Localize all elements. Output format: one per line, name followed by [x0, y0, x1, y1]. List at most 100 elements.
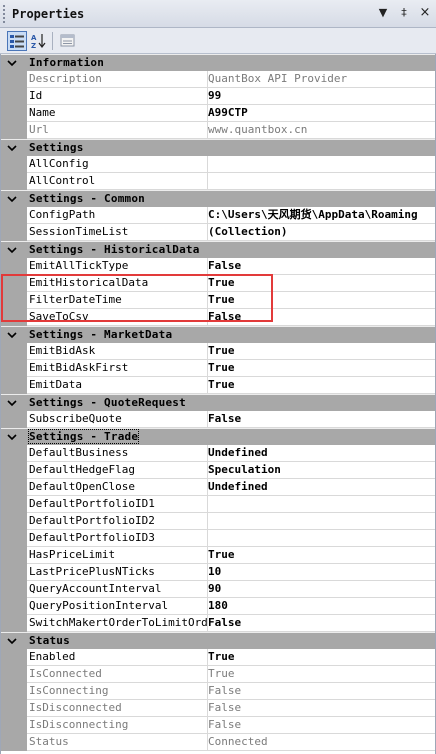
property-name[interactable]: HasPriceLimit: [27, 547, 208, 564]
property-value[interactable]: (Collection): [206, 224, 435, 241]
property-grid[interactable]: Information Description QuantBox API Provi…: [0, 54, 436, 754]
category-header[interactable]: Status: [1, 632, 435, 649]
property-pages-button[interactable]: [58, 31, 78, 51]
property-name[interactable]: IsConnected: [27, 666, 208, 683]
property-name[interactable]: QueryPositionInterval: [27, 598, 208, 615]
property-name[interactable]: AllControl: [27, 173, 208, 190]
property-value[interactable]: 10: [206, 564, 435, 581]
property-name[interactable]: DefaultOpenClose: [27, 479, 208, 496]
collapse-chevron-icon[interactable]: [6, 193, 18, 205]
property-row[interactable]: IsConnecting False: [1, 683, 435, 700]
property-name[interactable]: Status: [27, 734, 208, 751]
property-value[interactable]: True: [206, 547, 435, 564]
property-row[interactable]: DefaultPortfolioID3: [1, 530, 435, 547]
pin-icon[interactable]: ‡: [397, 6, 411, 20]
category-header[interactable]: Settings - Trade: [1, 428, 435, 445]
collapse-chevron-icon[interactable]: [6, 431, 18, 443]
property-row[interactable]: Url www.quantbox.cn: [1, 122, 435, 139]
property-row[interactable]: EmitBidAsk True: [1, 343, 435, 360]
property-name[interactable]: EmitBidAskFirst: [27, 360, 208, 377]
property-value[interactable]: Undefined: [206, 445, 435, 462]
close-icon[interactable]: ×: [418, 6, 432, 20]
category-header[interactable]: Settings - QuoteRequest: [1, 394, 435, 411]
property-row[interactable]: ConfigPath C:\Users\天风期货\AppData\Roaming: [1, 207, 435, 224]
category-header[interactable]: Settings: [1, 139, 435, 156]
collapse-chevron-icon[interactable]: [6, 57, 18, 69]
property-name[interactable]: DefaultPortfolioID2: [27, 513, 208, 530]
property-name[interactable]: EmitHistoricalData: [27, 275, 208, 292]
property-name[interactable]: SwitchMakertOrderToLimitOrder: [27, 615, 208, 632]
property-row[interactable]: Id 99: [1, 88, 435, 105]
property-row[interactable]: Status Connected: [1, 734, 435, 751]
property-row[interactable]: QueryAccountInterval 90: [1, 581, 435, 598]
property-value[interactable]: False: [206, 258, 435, 275]
property-name[interactable]: Description: [27, 71, 208, 88]
property-value[interactable]: [206, 496, 435, 513]
property-row[interactable]: SubscribeQuote False: [1, 411, 435, 428]
property-row[interactable]: EmitHistoricalData True: [1, 275, 435, 292]
property-row[interactable]: SwitchMakertOrderToLimitOrder False: [1, 615, 435, 632]
window-menu-dropdown-icon[interactable]: ▼: [376, 6, 390, 20]
property-value[interactable]: Speculation: [206, 462, 435, 479]
alphabetical-sort-button[interactable]: A Z: [29, 31, 49, 51]
property-value[interactable]: Undefined: [206, 479, 435, 496]
collapse-chevron-icon[interactable]: [6, 244, 18, 256]
property-value[interactable]: [206, 513, 435, 530]
property-name[interactable]: DefaultHedgeFlag: [27, 462, 208, 479]
property-row[interactable]: EmitBidAskFirst True: [1, 360, 435, 377]
property-name[interactable]: LastPricePlusNTicks: [27, 564, 208, 581]
property-row[interactable]: IsConnected True: [1, 666, 435, 683]
property-name[interactable]: DefaultPortfolioID1: [27, 496, 208, 513]
category-header[interactable]: Settings - Common: [1, 190, 435, 207]
property-name[interactable]: DefaultPortfolioID3: [27, 530, 208, 547]
property-name[interactable]: IsConnecting: [27, 683, 208, 700]
property-value[interactable]: C:\Users\天风期货\AppData\Roaming: [206, 207, 435, 224]
property-name[interactable]: FilterDateTime: [27, 292, 208, 309]
property-name[interactable]: QueryAccountInterval: [27, 581, 208, 598]
property-name[interactable]: Id: [27, 88, 208, 105]
property-row[interactable]: LastPricePlusNTicks 10: [1, 564, 435, 581]
property-row[interactable]: Enabled True: [1, 649, 435, 666]
collapse-chevron-icon[interactable]: [6, 329, 18, 341]
property-value[interactable]: True: [206, 292, 435, 309]
property-value[interactable]: False: [206, 411, 435, 428]
property-value[interactable]: 99: [206, 88, 435, 105]
collapse-chevron-icon[interactable]: [6, 142, 18, 154]
property-row[interactable]: AllControl: [1, 173, 435, 190]
property-value[interactable]: True: [206, 275, 435, 292]
property-value[interactable]: False: [206, 615, 435, 632]
property-value[interactable]: True: [206, 377, 435, 394]
property-name[interactable]: Url: [27, 122, 208, 139]
property-row[interactable]: DefaultOpenClose Undefined: [1, 479, 435, 496]
property-name[interactable]: DefaultBusiness: [27, 445, 208, 462]
property-name[interactable]: SessionTimeList: [27, 224, 208, 241]
property-name[interactable]: Name: [27, 105, 208, 122]
property-row[interactable]: QueryPositionInterval 180: [1, 598, 435, 615]
property-row[interactable]: FilterDateTime True: [1, 292, 435, 309]
property-row[interactable]: IsDisconnecting False: [1, 717, 435, 734]
property-name[interactable]: Enabled: [27, 649, 208, 666]
property-value[interactable]: [206, 173, 435, 190]
property-name[interactable]: ConfigPath: [27, 207, 208, 224]
categorized-button[interactable]: [7, 31, 27, 51]
property-name[interactable]: IsDisconnected: [27, 700, 208, 717]
property-row[interactable]: EmitAllTickType False: [1, 258, 435, 275]
property-row[interactable]: EmitData True: [1, 377, 435, 394]
property-row[interactable]: Description QuantBox API Provider: [1, 71, 435, 88]
property-row[interactable]: SaveToCsv False: [1, 309, 435, 326]
category-header[interactable]: Settings - HistoricalData: [1, 241, 435, 258]
property-value[interactable]: [206, 530, 435, 547]
property-name[interactable]: AllConfig: [27, 156, 208, 173]
property-value[interactable]: A99CTP: [206, 105, 435, 122]
property-name[interactable]: EmitAllTickType: [27, 258, 208, 275]
property-name[interactable]: EmitData: [27, 377, 208, 394]
property-value[interactable]: True: [206, 343, 435, 360]
property-name[interactable]: IsDisconnecting: [27, 717, 208, 734]
property-value[interactable]: [206, 156, 435, 173]
property-row[interactable]: DefaultPortfolioID2: [1, 513, 435, 530]
property-value[interactable]: 180: [206, 598, 435, 615]
property-row[interactable]: AllConfig: [1, 156, 435, 173]
category-header[interactable]: Information: [1, 54, 435, 71]
property-row[interactable]: SessionTimeList (Collection): [1, 224, 435, 241]
collapse-chevron-icon[interactable]: [6, 635, 18, 647]
